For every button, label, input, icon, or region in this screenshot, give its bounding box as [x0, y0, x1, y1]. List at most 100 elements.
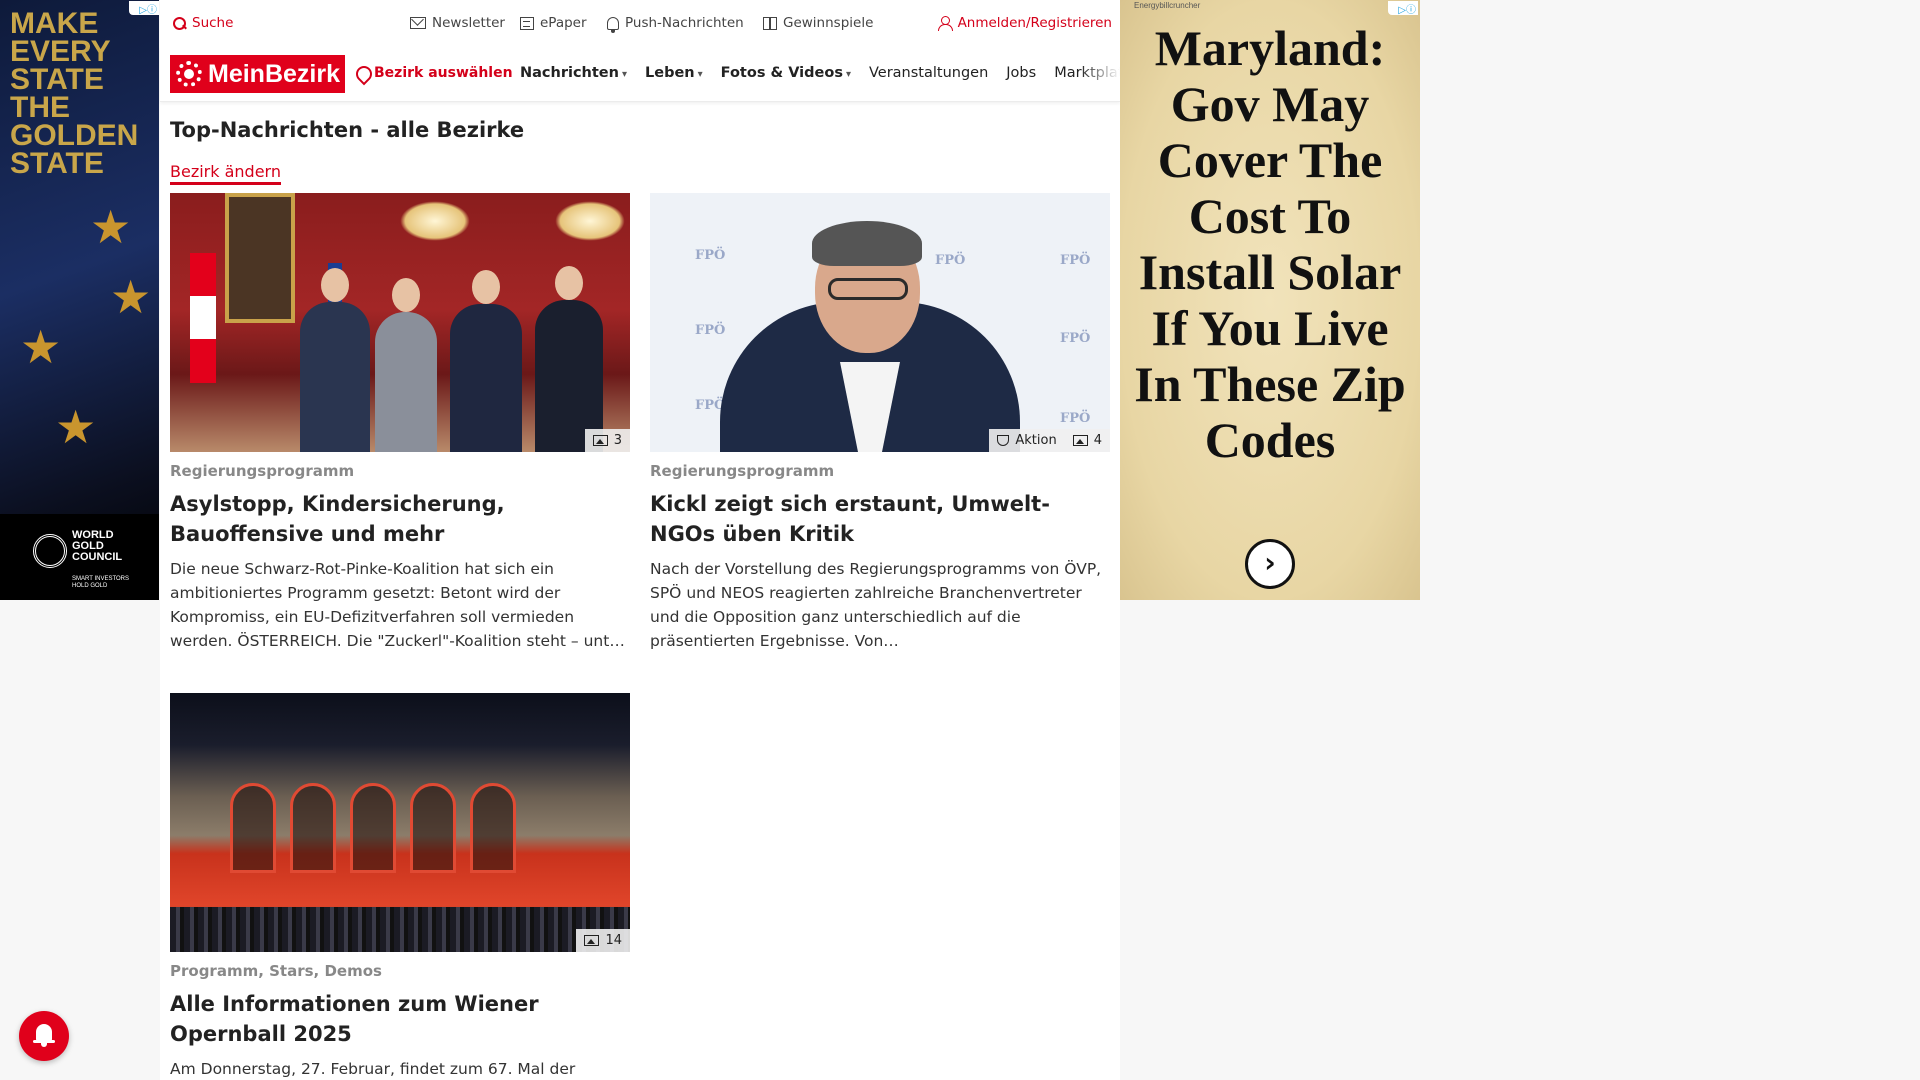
- article-kicker: Regierungsprogramm: [170, 462, 355, 480]
- nav-item-fotos-videos[interactable]: Fotos & Videos ▾: [721, 65, 851, 81]
- logo-text: MeinBezirk: [208, 59, 340, 88]
- article-headline[interactable]: Kickl zeigt sich erstaunt, Umwelt-NGOs ü…: [650, 489, 1110, 549]
- nav-item-veranstaltungen[interactable]: Veranstaltungen: [869, 65, 988, 81]
- bell-icon: [33, 1024, 55, 1043]
- article-kicker: Programm, Stars, Demos: [170, 962, 382, 980]
- article-image[interactable]: 3: [170, 193, 630, 452]
- adchoices-icon[interactable]: ▷ⓘ: [1388, 1, 1418, 16]
- left-skyscraper-ad[interactable]: ★ ★ ★ ★ MAKE EVERY STATE THE GOLDEN STAT…: [0, 0, 159, 600]
- painting-decoration: [225, 193, 295, 323]
- main-content: Suche Newsletter ePaper Push-Nachrichten…: [160, 0, 1131, 1080]
- article-card[interactable]: 3 Regierungsprogramm Asylstopp, Kindersi…: [170, 193, 630, 653]
- fpo-watermark: FPÖ: [695, 323, 726, 338]
- nav-item-label: Leben: [645, 65, 695, 81]
- search-label: Suche: [192, 15, 234, 31]
- login-link[interactable]: Anmelden/Registrieren: [937, 15, 1112, 31]
- star-decoration: ★: [20, 320, 62, 374]
- arch-decoration: [290, 783, 336, 873]
- photo-count: 4: [1093, 433, 1102, 448]
- nav-item-label: Nachrichten: [520, 65, 619, 81]
- photo-icon: [584, 935, 600, 946]
- article-teaser: Die neue Schwarz-Rot-Pinke-Koalition hat…: [170, 560, 626, 650]
- arch-decoration: [350, 783, 396, 873]
- chandelier-decoration: [400, 201, 470, 241]
- article-headline[interactable]: Alle Informationen zum Wiener Opernball …: [170, 989, 630, 1049]
- right-rectangle-ad[interactable]: Energybillcruncher ▷ⓘ Maryland: Gov May …: [1120, 0, 1420, 600]
- chevron-down-icon: ▾: [621, 69, 627, 80]
- nav-item-label: Fotos & Videos: [720, 65, 843, 81]
- crowd-decoration: [170, 907, 630, 952]
- change-bezirk-link[interactable]: Bezirk ändern: [170, 162, 281, 185]
- gewinnspiele-label: Gewinnspiele: [783, 15, 874, 31]
- photo-count-badge: 14: [576, 929, 630, 952]
- page-title: Top-Nachrichten - alle Bezirke: [170, 118, 525, 142]
- arch-decoration: [470, 783, 516, 873]
- action-badge: Aktion: [989, 429, 1065, 452]
- article-card[interactable]: 14 Programm, Stars, Demos Alle Informati…: [170, 693, 630, 1080]
- article-image[interactable]: 14: [170, 693, 630, 952]
- ad-arrow-button[interactable]: ›: [1245, 539, 1295, 589]
- mail-icon: [410, 17, 426, 29]
- photo-count-badge: 4: [1064, 429, 1110, 452]
- bell-clapper: [41, 1043, 47, 1047]
- meinbezirk-logo[interactable]: MeinBezirk: [170, 55, 345, 93]
- push-notifications-link[interactable]: Push-Nachrichten: [607, 15, 744, 33]
- image-badges: Aktion 4: [989, 429, 1110, 452]
- article-teaser: Am Donnerstag, 27. Februar, findet zum 6…: [170, 1060, 576, 1078]
- nav-menu: Nachrichten ▾ Leben ▾ Fotos & Videos ▾ Vera…: [520, 65, 1131, 81]
- epaper-link[interactable]: ePaper: [520, 15, 587, 31]
- star-decoration: ★: [90, 200, 132, 254]
- newsletter-link[interactable]: Newsletter: [410, 15, 505, 31]
- fpo-watermark: FPÖ: [935, 253, 966, 268]
- location-pin-icon: [356, 66, 368, 81]
- image-badges: 14: [576, 929, 630, 952]
- person-figure: [375, 278, 437, 452]
- push-notification-button[interactable]: [19, 1011, 69, 1061]
- photo-count: 3: [613, 433, 622, 448]
- ad-brand-name: WORLD GOLD COUNCIL: [72, 529, 123, 563]
- adchoices-icon[interactable]: ▷ⓘ: [129, 1, 159, 16]
- action-label: Aktion: [1015, 433, 1057, 448]
- hair-decoration: [812, 221, 922, 266]
- article-image[interactable]: FPÖ FPÖ FPÖ FPÖ FPÖ FPÖ FPÖ Aktion 4: [650, 193, 1110, 452]
- glasses-decoration: [828, 278, 908, 300]
- bezirk-select-label: Bezirk auswählen: [374, 65, 513, 81]
- world-gold-council-logo-icon: [33, 534, 67, 568]
- ad-sponsor: Energybillcruncher: [1134, 1, 1201, 10]
- photo-icon: [1072, 435, 1088, 446]
- search-link[interactable]: Suche: [172, 15, 233, 31]
- nav-item-jobs[interactable]: Jobs: [1006, 65, 1036, 81]
- newspaper-icon: [520, 16, 534, 30]
- chandelier-decoration: [555, 201, 625, 241]
- newsletter-label: Newsletter: [432, 15, 505, 31]
- austrian-flag-decoration: [190, 253, 216, 383]
- nav-item-nachrichten[interactable]: Nachrichten ▾: [520, 65, 627, 81]
- bezirk-select-button[interactable]: Bezirk auswählen: [356, 65, 513, 81]
- chevron-down-icon: ▾: [697, 69, 703, 80]
- user-icon: [937, 16, 953, 31]
- fpo-watermark: FPÖ: [695, 248, 726, 263]
- star-decoration: ★: [55, 400, 97, 454]
- article-teaser: Nach der Vorstellung des Regierungsprogr…: [650, 560, 1102, 650]
- top-utility-bar: Suche Newsletter ePaper Push-Nachrichten…: [160, 0, 1120, 46]
- arch-decoration: [410, 783, 456, 873]
- ad-tagline: SMART INVESTORS HOLD GOLD: [72, 576, 130, 589]
- image-badges: 3: [584, 429, 630, 452]
- gewinnspiele-link[interactable]: Gewinnspiele: [763, 15, 873, 31]
- person-figure: [450, 270, 522, 452]
- gift-icon: [763, 16, 777, 30]
- arch-decoration: [230, 783, 276, 873]
- main-navigation: MeinBezirk Bezirk auswählen Nachrichten ▾…: [160, 46, 1131, 102]
- star-decoration: ★: [110, 270, 152, 324]
- chevron-down-icon: ▾: [845, 69, 851, 80]
- person-figure: [300, 268, 370, 452]
- article-card[interactable]: FPÖ FPÖ FPÖ FPÖ FPÖ FPÖ FPÖ Aktion 4 Reg…: [650, 193, 1110, 653]
- photo-count-badge: 3: [584, 429, 630, 452]
- push-label: Push-Nachrichten: [625, 15, 744, 31]
- article-headline[interactable]: Asylstopp, Kindersicherung, Bauoffensive…: [170, 489, 630, 549]
- ad-brand-area: WORLD GOLD COUNCIL SMART INVESTORS HOLD …: [0, 514, 159, 600]
- fpo-watermark: FPÖ: [1060, 253, 1091, 268]
- nav-item-leben[interactable]: Leben ▾: [645, 65, 703, 81]
- epaper-label: ePaper: [540, 15, 587, 31]
- nav-overflow-fade: [1080, 56, 1120, 92]
